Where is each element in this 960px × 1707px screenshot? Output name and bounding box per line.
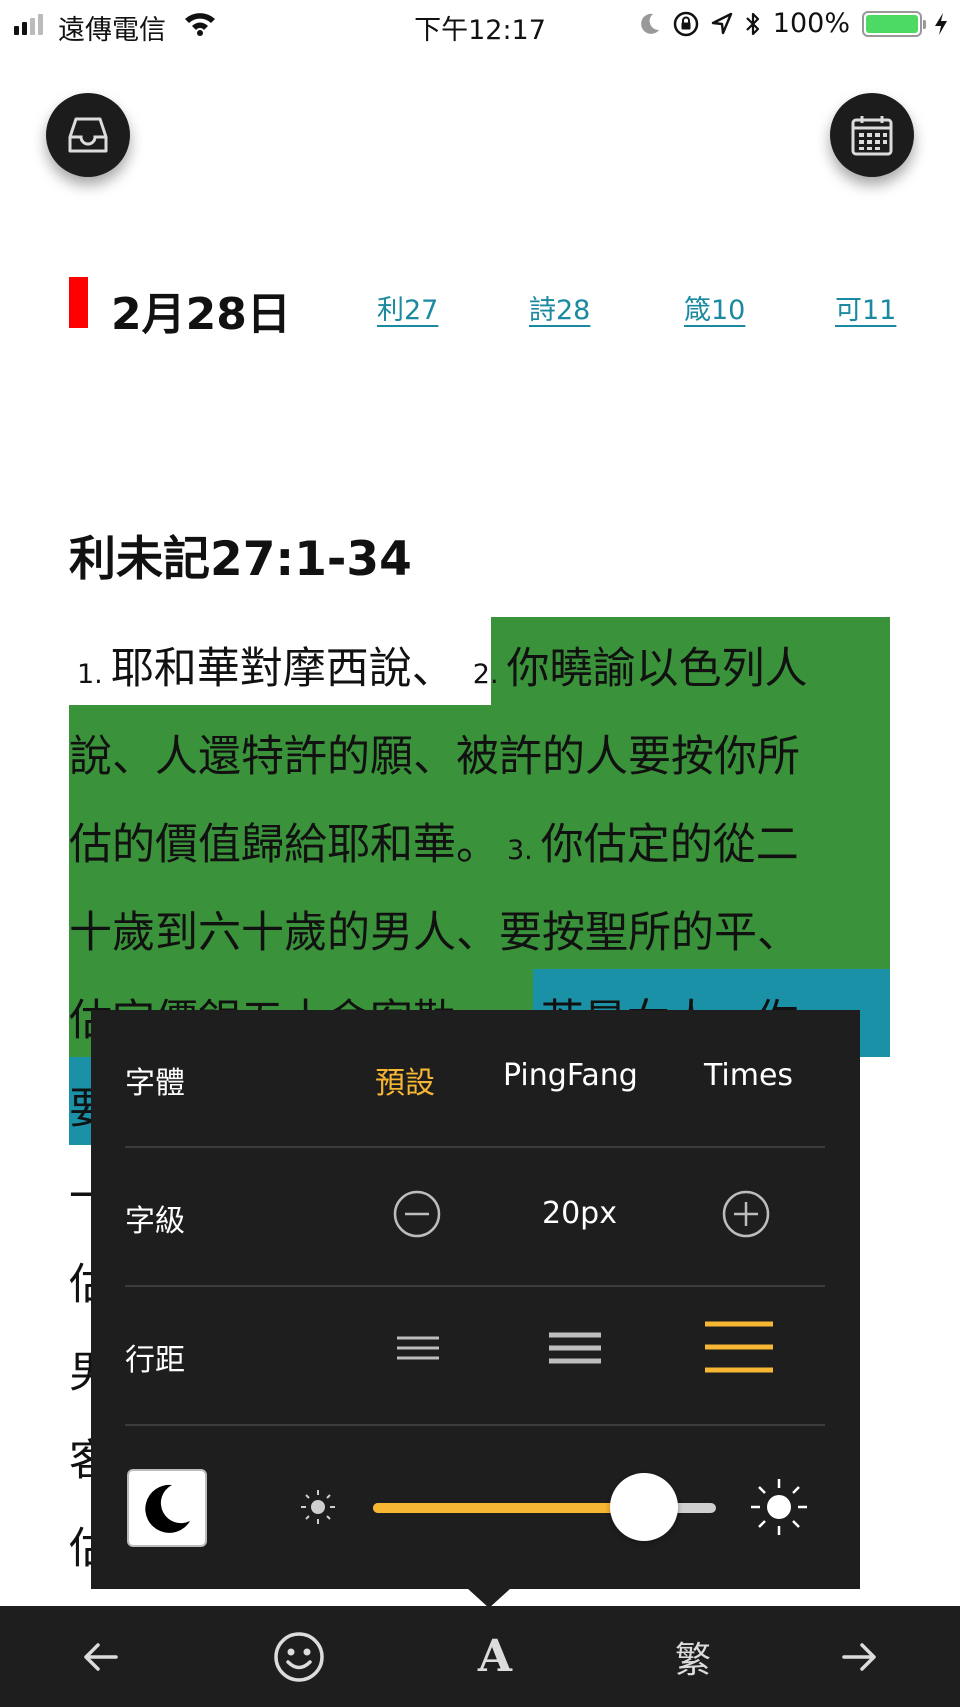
verse-number: 3.	[507, 835, 533, 866]
location-icon	[711, 12, 732, 34]
verse-text: 你估定的從二	[540, 820, 799, 870]
line-spacing-row: 行距	[125, 1288, 825, 1427]
brightness-slider-fill	[373, 1503, 644, 1513]
divider	[125, 1146, 825, 1148]
size-label: 字級	[125, 1204, 185, 1239]
brightness-high-icon	[751, 1479, 807, 1535]
line-spacing-narrow-button[interactable]	[395, 1324, 441, 1374]
arrow-right-icon	[842, 1642, 876, 1671]
charging-icon	[935, 12, 947, 35]
verse-line: 估的價值歸給耶和華。 3. 你估定的從二	[69, 810, 799, 872]
emoji-button[interactable]	[249, 1606, 349, 1707]
inbox-icon	[68, 117, 108, 153]
bottom-toolbar: A 繁	[0, 1606, 960, 1707]
orientation-lock-icon	[673, 11, 699, 36]
line-spacing-wide-button[interactable]	[703, 1318, 775, 1380]
passage-title: 利未記27:1-34	[69, 532, 412, 587]
verse-number: 1.	[77, 659, 103, 690]
increase-size-button[interactable]	[721, 1189, 771, 1239]
brightness-low-icon	[301, 1490, 335, 1524]
verse-number: 2.	[472, 659, 499, 690]
battery-icon	[862, 10, 926, 37]
traditional-chinese-toggle[interactable]: 繁	[643, 1606, 743, 1707]
line-spacing-label: 行距	[125, 1343, 185, 1378]
size-row: 字級 20px	[125, 1149, 825, 1288]
arrow-left-icon	[84, 1642, 118, 1671]
ref-link-mark[interactable]: 可11	[835, 288, 896, 327]
ref-link-psalms[interactable]: 詩28	[529, 288, 590, 327]
font-option-times[interactable]: Times	[704, 1058, 793, 1093]
font-option-default[interactable]: 預設	[375, 1058, 435, 1102]
brightness-slider-thumb[interactable]	[609, 1473, 678, 1541]
ref-link-proverbs[interactable]: 箴10	[684, 288, 745, 327]
moon-icon	[145, 1484, 190, 1533]
font-row: 字體 預設 PingFang Times	[125, 1010, 825, 1149]
divider	[125, 1285, 825, 1287]
ref-link-leviticus[interactable]: 利27	[377, 288, 438, 327]
calendar-button[interactable]	[830, 93, 914, 177]
next-button[interactable]	[810, 1606, 910, 1707]
font-label: 字體	[125, 1066, 185, 1101]
font-size-value: 20px	[542, 1196, 617, 1231]
previous-button[interactable]	[50, 1606, 150, 1707]
divider	[125, 1424, 825, 1426]
font-settings-button[interactable]: A	[445, 1606, 545, 1707]
line-spacing-medium-button[interactable]	[547, 1324, 603, 1374]
date-title: 2月28日	[111, 289, 291, 340]
battery-percent: 100%	[772, 8, 850, 39]
night-mode-button[interactable]	[127, 1469, 207, 1547]
verse-line: 1. 耶和華對摩西說、 2. 你曉諭以色列人	[69, 634, 808, 696]
calendar-icon	[851, 116, 893, 156]
decrease-size-button[interactable]	[392, 1189, 442, 1239]
bluetooth-icon	[746, 12, 759, 35]
smiley-icon	[274, 1631, 324, 1682]
inbox-button[interactable]	[46, 93, 130, 177]
moon-icon	[640, 13, 659, 34]
font-option-pingfang[interactable]: PingFang	[503, 1058, 638, 1093]
verse-line: 十歲到六十歲的男人、要按聖所的平、	[69, 908, 800, 958]
verse-text: 耶和華對摩西說、	[110, 644, 455, 694]
date-marker	[69, 277, 88, 328]
verse-text: 估的價值歸給耶和華。	[69, 820, 499, 870]
panel-pointer	[467, 1588, 511, 1608]
status-bar: 遠傳電信 下午12:17 100%	[0, 0, 960, 50]
verse-text: 你曉諭以色列人	[506, 644, 808, 694]
verse-line: 說、人還特許的願、被許的人要按你所	[69, 732, 800, 782]
